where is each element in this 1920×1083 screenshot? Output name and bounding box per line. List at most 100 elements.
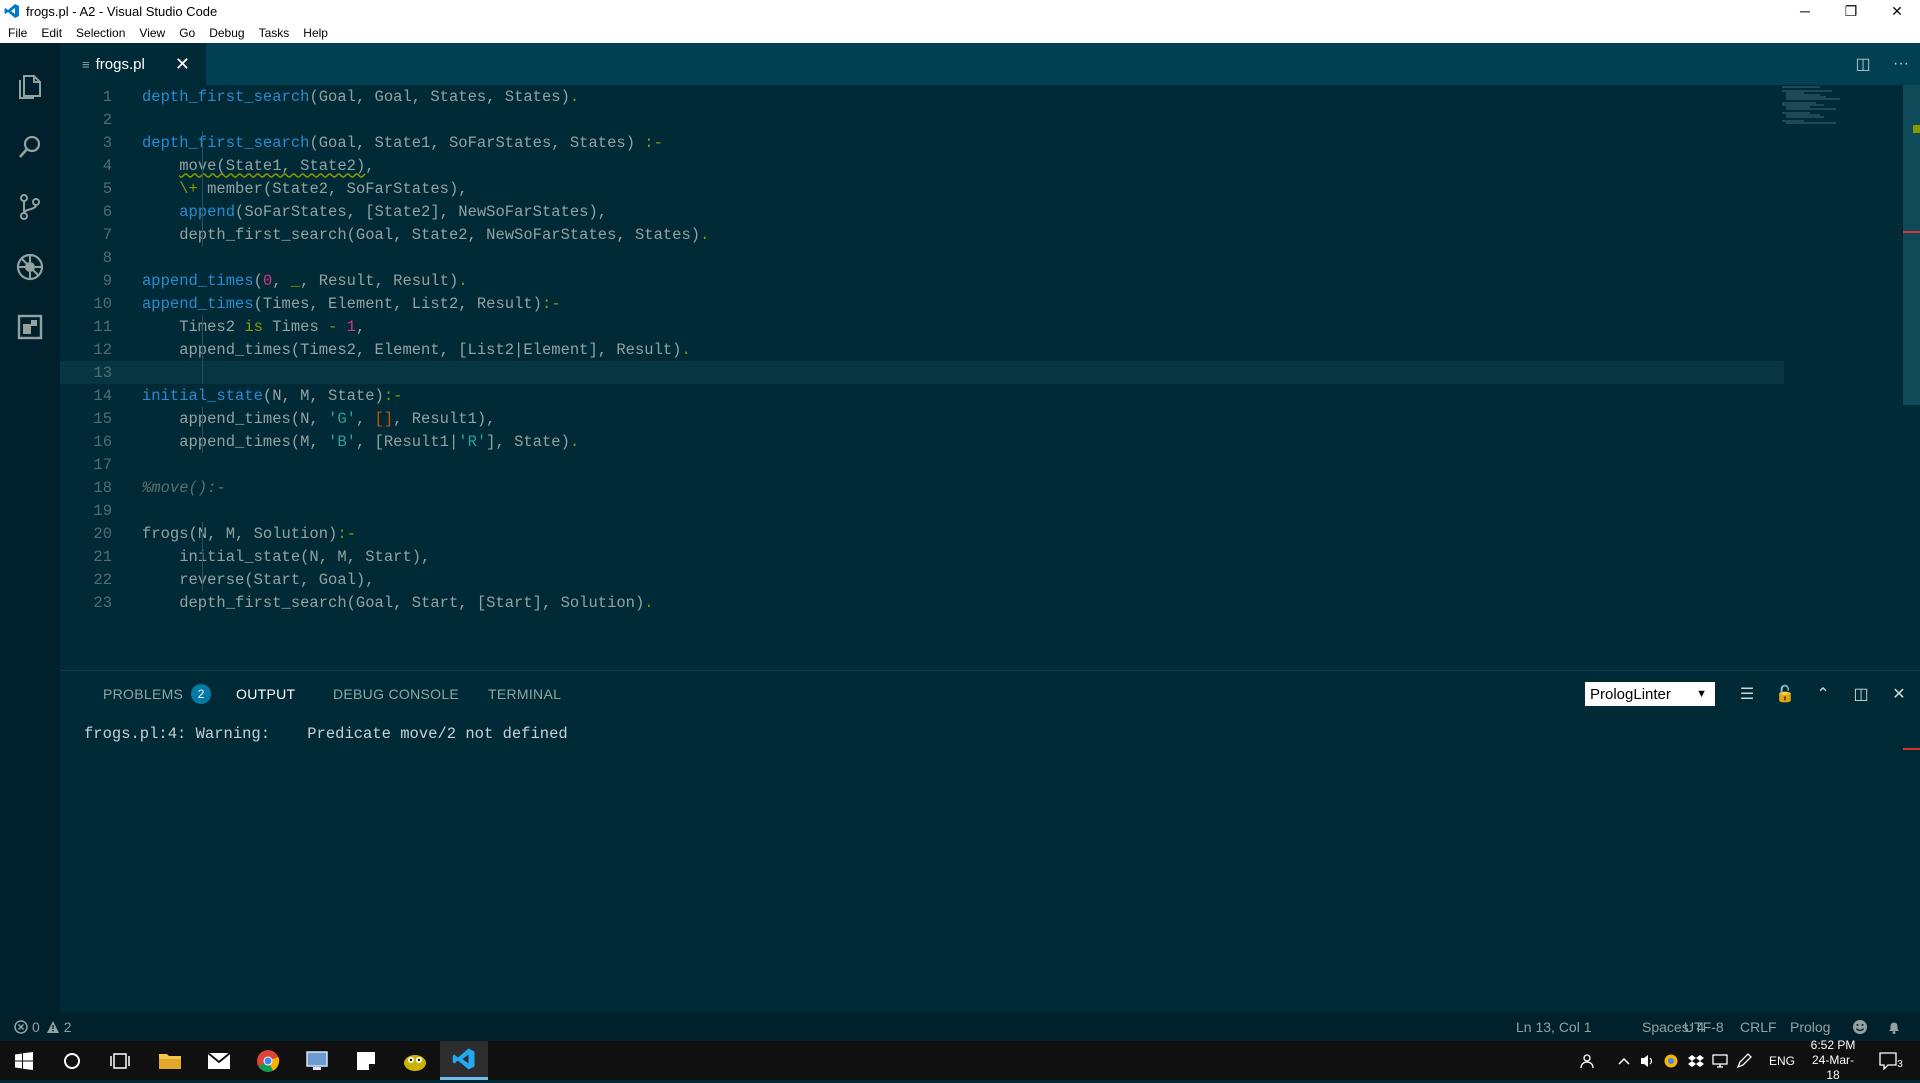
code-text: append_times(Times, Element, List2, Resu…	[142, 295, 561, 313]
search-button[interactable]	[0, 119, 60, 175]
code-text: initial_state(N, M, State):-	[142, 387, 402, 405]
encoding-status[interactable]: UTF-8	[1684, 1013, 1724, 1041]
remote-desktop-taskbar-button[interactable]	[293, 1041, 341, 1080]
code-text: append_times(0, _, Result, Result).	[142, 272, 468, 290]
bottom-panel: PROBLEMS 2 OUTPUT DEBUG CONSOLE TERMINAL…	[60, 670, 1920, 1014]
tab-problems[interactable]: PROBLEMS 2	[103, 671, 212, 717]
code-line[interactable]: 11 Times2 is Times - 1,	[60, 315, 1784, 338]
people-button[interactable]	[1580, 1041, 1598, 1080]
minimize-button[interactable]: ─	[1782, 0, 1828, 22]
menu-go[interactable]: Go	[171, 26, 201, 40]
minimap[interactable]	[1780, 85, 1870, 125]
task-view-button[interactable]	[96, 1041, 144, 1080]
mail-taskbar-button[interactable]	[195, 1041, 243, 1080]
tab-debug-console[interactable]: DEBUG CONSOLE	[333, 671, 459, 717]
extensions-button[interactable]	[0, 299, 60, 355]
code-line[interactable]: 10 append_times(Times, Element, List2, Re…	[60, 292, 1784, 315]
language-mode[interactable]: Prolog	[1790, 1013, 1830, 1041]
explorer-button[interactable]	[0, 59, 60, 115]
code-line[interactable]: 5 \+ member(State2, SoFarStates),	[60, 177, 1784, 200]
menu-help[interactable]: Help	[295, 26, 334, 40]
chrome-tray-button[interactable]	[1664, 1041, 1678, 1080]
code-line[interactable]: 2	[60, 108, 1784, 131]
code-line[interactable]: 9 append_times(0, _, Result, Result).	[60, 269, 1784, 292]
lock-scroll-button[interactable]: 🔓	[1766, 671, 1804, 717]
indent-guide	[202, 407, 203, 453]
code-line[interactable]: 22 reverse(Start, Goal),	[60, 568, 1784, 591]
code-token: initial_state	[142, 386, 263, 405]
input-language[interactable]: ENG	[1769, 1041, 1795, 1080]
code-line[interactable]: 14 initial_state(N, M, State):-	[60, 384, 1784, 407]
code-line[interactable]: 4 move(State1, State2),	[60, 154, 1784, 177]
split-editor-button[interactable]: ◫	[1844, 54, 1882, 74]
tab-close-button[interactable]: ✕	[175, 54, 190, 75]
chrome-taskbar-button[interactable]	[244, 1041, 292, 1080]
code-line[interactable]: 19	[60, 499, 1784, 522]
tray-overflow-button[interactable]	[1618, 1041, 1630, 1080]
code-line[interactable]: 23 depth_first_search(Goal, Start, [Star…	[60, 591, 1784, 614]
problems-status[interactable]: 0 2	[14, 1013, 72, 1041]
code-line[interactable]: 18 %move():-	[60, 476, 1784, 499]
menu-edit[interactable]: Edit	[33, 26, 68, 40]
dropbox-tray-button[interactable]	[1688, 1041, 1704, 1080]
sticky-note-icon	[357, 1051, 375, 1070]
code-line[interactable]: 3 depth_first_search(Goal, State1, SoFarS…	[60, 131, 1784, 154]
code-token: \+	[179, 179, 198, 198]
code-editor[interactable]: 1 depth_first_search(Goal, Goal, States, …	[60, 85, 1920, 670]
code-line[interactable]: 13	[60, 361, 1784, 384]
editor-scrollbar[interactable]	[1903, 85, 1920, 405]
vscode-taskbar-button[interactable]	[440, 1041, 488, 1080]
output-channel-select[interactable]: PrologLinter ▼	[1585, 682, 1715, 706]
code-line[interactable]: 21 initial_state(N, M, Start),	[60, 545, 1784, 568]
sticky-notes-taskbar-button[interactable]	[342, 1041, 390, 1080]
code-line[interactable]: 20 frogs(N, M, Solution):-	[60, 522, 1784, 545]
folder-icon	[159, 1053, 181, 1069]
code-line[interactable]: 12 append_times(Times2, Element, [List2|…	[60, 338, 1784, 361]
menu-file[interactable]: File	[0, 26, 33, 40]
pen-button[interactable]	[1736, 1041, 1752, 1080]
code-line[interactable]: 8	[60, 246, 1784, 269]
menu-bar: File Edit Selection View Go Debug Tasks …	[0, 22, 1920, 44]
code-line[interactable]: 6 append(SoFarStates, [State2], NewSoFar…	[60, 200, 1784, 223]
debug-button[interactable]	[0, 239, 60, 295]
code-token: , [Result1|	[355, 432, 459, 451]
code-line[interactable]: 17	[60, 453, 1784, 476]
code-token: Times2	[142, 317, 245, 336]
tab-frogs-pl[interactable]: ≡ frogs.pl ✕	[60, 43, 206, 85]
menu-tasks[interactable]: Tasks	[251, 26, 296, 40]
file-explorer-taskbar-button[interactable]	[146, 1041, 194, 1080]
start-button[interactable]	[0, 1041, 48, 1080]
code-line[interactable]: 1 depth_first_search(Goal, Goal, States, …	[60, 85, 1784, 108]
code-line[interactable]: 15 append_times(N, 'G', [], Result1),	[60, 407, 1784, 430]
prolog-taskbar-button[interactable]	[391, 1041, 439, 1080]
restore-button[interactable]: ❐	[1828, 0, 1874, 22]
close-panel-button[interactable]: ✕	[1880, 671, 1918, 717]
code-line[interactable]: 16 append_times(M, 'B', [Result1|'R'], S…	[60, 430, 1784, 453]
close-window-button[interactable]: ✕	[1874, 0, 1920, 22]
code-token: depth_first_search(Goal, State2, NewSoFa…	[142, 225, 701, 244]
notifications-button[interactable]	[1886, 1013, 1902, 1041]
maximize-panel-button[interactable]: ⌃	[1804, 671, 1842, 717]
more-actions-button[interactable]: ···	[1882, 55, 1920, 73]
tab-output[interactable]: OUTPUT	[236, 671, 295, 717]
action-center-button[interactable]: 3	[1876, 1041, 1906, 1080]
feedback-button[interactable]	[1852, 1013, 1868, 1041]
smiley-icon	[1853, 1020, 1867, 1034]
network-button[interactable]	[1712, 1041, 1728, 1080]
menu-view[interactable]: View	[131, 26, 171, 40]
clock[interactable]: 6:52 PM 24-Mar-18	[1806, 1038, 1860, 1082]
volume-button[interactable]	[1640, 1041, 1656, 1080]
source-control-button[interactable]	[0, 179, 60, 235]
eol-status[interactable]: CRLF	[1740, 1013, 1777, 1041]
cursor-position[interactable]: Ln 13, Col 1	[1516, 1013, 1592, 1041]
tab-terminal[interactable]: TERMINAL	[488, 671, 561, 717]
menu-debug[interactable]: Debug	[201, 26, 250, 40]
clear-output-button[interactable]: ☰	[1728, 671, 1766, 717]
menu-selection[interactable]: Selection	[68, 26, 131, 40]
split-panel-button[interactable]: ◫	[1842, 671, 1880, 717]
panel-scrollbar[interactable]	[1903, 721, 1920, 1011]
cortana-button[interactable]	[48, 1041, 96, 1080]
code-line[interactable]: 7 depth_first_search(Goal, State2, NewSo…	[60, 223, 1784, 246]
